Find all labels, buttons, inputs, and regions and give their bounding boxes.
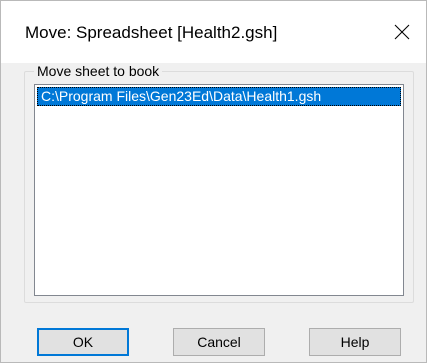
cancel-button[interactable]: Cancel (173, 328, 265, 356)
ok-button[interactable]: OK (37, 328, 129, 356)
close-button[interactable] (380, 1, 426, 63)
book-listbox[interactable]: C:\Program Files\Gen23Ed\Data\Health1.gs… (34, 84, 404, 296)
list-item-selected[interactable]: C:\Program Files\Gen23Ed\Data\Health1.gs… (37, 87, 401, 106)
help-button[interactable]: Help (309, 328, 401, 356)
move-sheet-dialog: Move: Spreadsheet [Health2.gsh] Move she… (0, 0, 427, 363)
title-bar: Move: Spreadsheet [Health2.gsh] (1, 1, 426, 63)
group-label: Move sheet to book (34, 63, 163, 79)
dialog-title: Move: Spreadsheet [Health2.gsh] (25, 23, 278, 42)
close-icon (394, 24, 410, 40)
